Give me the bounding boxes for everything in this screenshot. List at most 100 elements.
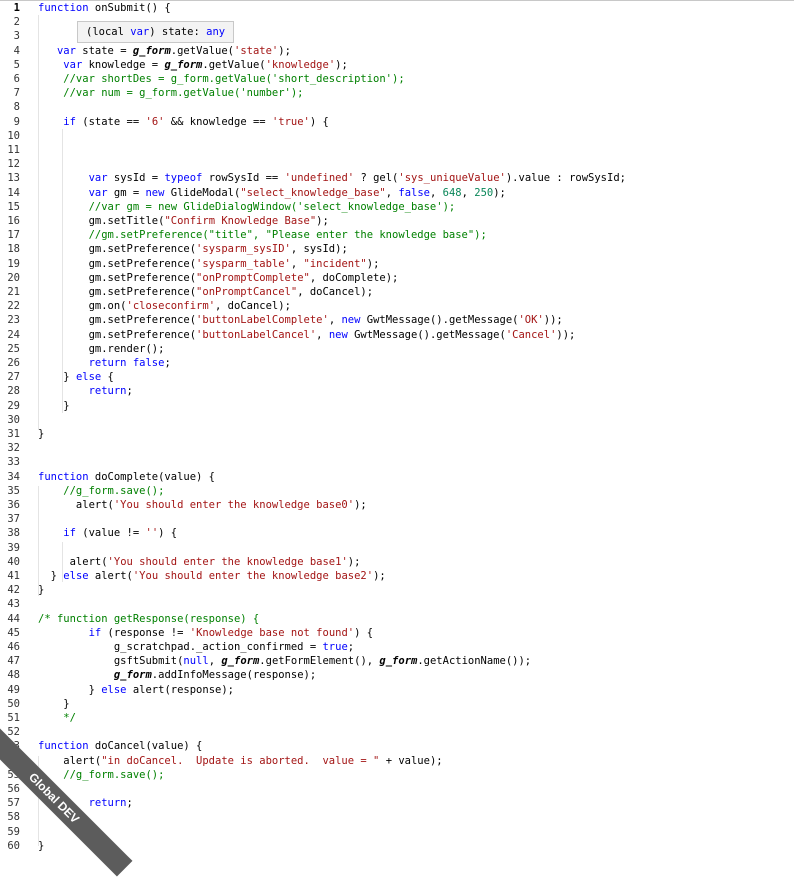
line-code[interactable]: } else alert('You should enter the knowl… bbox=[38, 569, 386, 583]
line-code[interactable]: if (state == '6' && knowledge == 'true')… bbox=[38, 115, 329, 129]
code-line[interactable]: 7 //var num = g_form.getValue('number'); bbox=[0, 86, 794, 100]
line-code[interactable]: function doComplete(value) { bbox=[38, 470, 215, 484]
code-line[interactable]: 10 bbox=[0, 129, 794, 143]
code-line[interactable]: 1 function onSubmit() { bbox=[0, 1, 794, 15]
code-line[interactable]: 12 bbox=[0, 157, 794, 171]
line-code[interactable]: gm.setPreference("onPromptCancel", doCan… bbox=[38, 285, 374, 299]
code-line[interactable]: 54 alert("in doCancel. Update is aborted… bbox=[0, 754, 794, 768]
line-code[interactable]: return; bbox=[38, 384, 133, 398]
line-code[interactable]: //var num = g_form.getValue('number'); bbox=[38, 86, 303, 100]
line-code[interactable]: } bbox=[38, 697, 69, 711]
line-code[interactable]: } else { bbox=[38, 370, 114, 384]
line-code[interactable]: gsftSubmit(null, g_form.getFormElement()… bbox=[38, 654, 531, 668]
code-line[interactable]: 32 bbox=[0, 441, 794, 455]
code-line[interactable]: 11 bbox=[0, 143, 794, 157]
code-line[interactable]: 13 var sysId = typeof rowSysId == 'undef… bbox=[0, 171, 794, 185]
code-line[interactable]: 41 } else alert('You should enter the kn… bbox=[0, 569, 794, 583]
line-code[interactable]: gm.setPreference('sysparm_sysID', sysId)… bbox=[38, 242, 348, 256]
line-code[interactable]: } bbox=[38, 839, 44, 853]
code-line[interactable]: 57 return; bbox=[0, 796, 794, 810]
code-line[interactable]: 9 if (state == '6' && knowledge == 'true… bbox=[0, 115, 794, 129]
line-code[interactable]: var knowledge = g_form.getValue('knowled… bbox=[38, 58, 348, 72]
line-code[interactable]: g_scratchpad._action_confirmed = true; bbox=[38, 640, 354, 654]
code-line[interactable]: 23 gm.setPreference('buttonLabelComplete… bbox=[0, 313, 794, 327]
code-line[interactable]: 29 } bbox=[0, 399, 794, 413]
line-code[interactable]: if (value != '') { bbox=[38, 526, 177, 540]
line-code[interactable]: } bbox=[38, 427, 44, 441]
code-line[interactable]: 30 bbox=[0, 413, 794, 427]
code-line[interactable]: 48 g_form.addInfoMessage(response); bbox=[0, 668, 794, 682]
code-line[interactable]: 35 //g_form.save(); bbox=[0, 484, 794, 498]
line-code[interactable]: gm.setPreference('buttonLabelComplete', … bbox=[38, 313, 563, 327]
line-code[interactable]: alert("in doCancel. Update is aborted. v… bbox=[38, 754, 442, 768]
code-line[interactable]: 22 gm.on('closeconfirm', doCancel); bbox=[0, 299, 794, 313]
line-code[interactable]: } else alert(response); bbox=[38, 683, 234, 697]
code-line[interactable]: 26 return false; bbox=[0, 356, 794, 370]
code-line[interactable]: 42} bbox=[0, 583, 794, 597]
code-line[interactable]: 50 } bbox=[0, 697, 794, 711]
code-line[interactable]: 5 var knowledge = g_form.getValue('knowl… bbox=[0, 58, 794, 72]
code-line[interactable]: 16 gm.setTitle("Confirm Knowledge Base")… bbox=[0, 214, 794, 228]
code-line[interactable]: 40 alert('You should enter the knowledge… bbox=[0, 555, 794, 569]
code-line[interactable]: 45 if (response != 'Knowledge base not f… bbox=[0, 626, 794, 640]
code-line[interactable]: 47 gsftSubmit(null, g_form.getFormElemen… bbox=[0, 654, 794, 668]
line-code[interactable]: g_form.addInfoMessage(response); bbox=[38, 668, 316, 682]
code-line[interactable]: 8 bbox=[0, 100, 794, 114]
code-line[interactable]: 31} bbox=[0, 427, 794, 441]
code-line[interactable]: 55 //g_form.save(); bbox=[0, 768, 794, 782]
code-line[interactable]: 51 */ bbox=[0, 711, 794, 725]
code-editor[interactable]: 1 function onSubmit() {2 3 4 var state = g_… bbox=[0, 0, 794, 877]
code-line[interactable]: 56 bbox=[0, 782, 794, 796]
line-code[interactable]: return false; bbox=[38, 356, 171, 370]
code-line[interactable]: 52 bbox=[0, 725, 794, 739]
line-code[interactable]: gm.render(); bbox=[38, 342, 165, 356]
code-line[interactable]: 17 //gm.setPreference("title", "Please e… bbox=[0, 228, 794, 242]
line-code[interactable]: gm.setPreference("onPromptComplete", doC… bbox=[38, 271, 399, 285]
line-code[interactable]: function onSubmit() { bbox=[38, 1, 171, 15]
code-line[interactable]: 21 gm.setPreference("onPromptCancel", do… bbox=[0, 285, 794, 299]
code-line[interactable]: 43 bbox=[0, 597, 794, 611]
line-code[interactable]: function doCancel(value) { bbox=[38, 739, 202, 753]
line-code[interactable]: alert('You should enter the knowledge ba… bbox=[38, 498, 367, 512]
line-code[interactable]: //gm.setPreference("title", "Please ente… bbox=[38, 228, 487, 242]
code-line[interactable]: 44 /* function getResponse(response) { bbox=[0, 612, 794, 626]
line-code[interactable]: alert('You should enter the knowledge ba… bbox=[38, 555, 361, 569]
code-line[interactable]: 25 gm.render(); bbox=[0, 342, 794, 356]
line-code[interactable]: var gm = new GlideModal("select_knowledg… bbox=[38, 186, 506, 200]
line-code[interactable]: //g_form.save(); bbox=[38, 768, 164, 782]
code-line[interactable]: 24 gm.setPreference('buttonLabelCancel',… bbox=[0, 328, 794, 342]
code-line[interactable]: 6 //var shortDes = g_form.getValue('shor… bbox=[0, 72, 794, 86]
line-code[interactable]: var sysId = typeof rowSysId == 'undefine… bbox=[38, 171, 626, 185]
code-line[interactable]: 19 gm.setPreference('sysparm_table', "in… bbox=[0, 257, 794, 271]
line-code[interactable]: var state = g_form.getValue('state'); bbox=[38, 44, 291, 58]
code-line[interactable]: 27 } else { bbox=[0, 370, 794, 384]
code-line[interactable]: 37 bbox=[0, 512, 794, 526]
line-code[interactable]: } bbox=[38, 583, 44, 597]
code-line[interactable]: 18 gm.setPreference('sysparm_sysID', sys… bbox=[0, 242, 794, 256]
line-code[interactable]: if (response != 'Knowledge base not foun… bbox=[38, 626, 374, 640]
line-code[interactable]: gm.setPreference('buttonLabelCancel', ne… bbox=[38, 328, 576, 342]
line-code[interactable]: */ bbox=[38, 711, 76, 725]
line-code[interactable]: //g_form.save(); bbox=[38, 484, 164, 498]
code-line[interactable]: 58 bbox=[0, 810, 794, 824]
line-code[interactable]: //var shortDes = g_form.getValue('short_… bbox=[38, 72, 404, 86]
code-line[interactable]: 34 function doComplete(value) { bbox=[0, 470, 794, 484]
code-line[interactable]: 53function doCancel(value) { bbox=[0, 739, 794, 753]
code-line[interactable]: 38 if (value != '') { bbox=[0, 526, 794, 540]
code-line[interactable]: 28 return; bbox=[0, 384, 794, 398]
code-line[interactable]: 20 gm.setPreference("onPromptComplete", … bbox=[0, 271, 794, 285]
code-line[interactable]: 4 var state = g_form.getValue('state'); bbox=[0, 44, 794, 58]
line-code[interactable]: /* function getResponse(response) { bbox=[38, 612, 259, 626]
code-line[interactable]: 33 bbox=[0, 455, 794, 469]
code-line[interactable]: 46 g_scratchpad._action_confirmed = true… bbox=[0, 640, 794, 654]
line-code[interactable]: gm.setTitle("Confirm Knowledge Base"); bbox=[38, 214, 329, 228]
line-code[interactable]: gm.setPreference('sysparm_table', "incid… bbox=[38, 257, 380, 271]
line-code[interactable]: } bbox=[38, 399, 69, 413]
code-line[interactable]: 14 var gm = new GlideModal("select_knowl… bbox=[0, 186, 794, 200]
line-code[interactable]: gm.on('closeconfirm', doCancel); bbox=[38, 299, 291, 313]
code-line[interactable]: 36 alert('You should enter the knowledge… bbox=[0, 498, 794, 512]
code-line[interactable]: 15 //var gm = new GlideDialogWindow('sel… bbox=[0, 200, 794, 214]
code-line[interactable]: 59 bbox=[0, 825, 794, 839]
code-line[interactable]: 39 bbox=[0, 541, 794, 555]
line-code[interactable]: //var gm = new GlideDialogWindow('select… bbox=[38, 200, 456, 214]
